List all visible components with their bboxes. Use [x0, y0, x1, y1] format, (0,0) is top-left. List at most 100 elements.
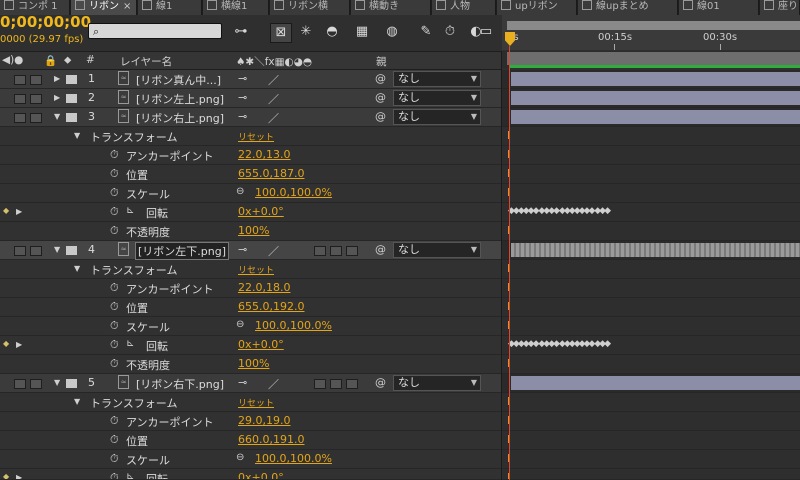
opacity-value[interactable]: 100% [238, 357, 269, 370]
tab-line-up[interactable]: 線upまとめ [578, 0, 678, 15]
video-switch[interactable] [14, 379, 26, 389]
collapse-switch-icon[interactable]: ⊸ [238, 91, 247, 104]
switch-box[interactable] [346, 379, 358, 389]
keyframe-navigator-icon[interactable]: ◆ [3, 206, 9, 215]
transform-group-row[interactable]: ▼ トランスフォーム リセット [0, 127, 502, 146]
parent-select[interactable]: なし ▼ [393, 71, 481, 87]
layer1-duration-bar[interactable] [507, 52, 800, 65]
motion-blur-icon[interactable]: ◍ [382, 23, 402, 41]
switch-box[interactable] [346, 246, 358, 256]
reset-link[interactable]: リセット [238, 130, 274, 143]
stopwatch-icon[interactable]: ⏱ [110, 186, 119, 200]
expand-arrow-icon[interactable]: ▶ [54, 74, 60, 83]
collapse-arrow-icon[interactable]: ▼ [54, 112, 60, 121]
constrain-proportions-icon[interactable]: ⊖ [236, 319, 244, 330]
collapse-switch-icon[interactable]: ⊸ [238, 243, 247, 256]
keyframes[interactable]: ◆◆◆◆◆◆ ◆◆◆◆ ◆◆◆◆◆◆◆ ◆◆◆ [508, 339, 611, 349]
property-row[interactable]: ⏱ 不透明度 100% [0, 222, 502, 241]
label-color[interactable] [66, 94, 77, 103]
stopwatch-active-icon[interactable]: ⏱ [110, 338, 119, 352]
pickwhip-icon[interactable]: @ [375, 376, 386, 389]
graph-icon[interactable]: ⊾ [126, 338, 134, 349]
collapse-arrow-icon[interactable]: ▼ [74, 264, 80, 273]
tab-hline1[interactable]: 横線1 [203, 0, 269, 15]
pickwhip-icon[interactable]: @ [375, 72, 386, 85]
stopwatch-icon[interactable]: ⏱ [110, 281, 119, 295]
scale-value[interactable]: 100.0,100.0% [255, 186, 332, 199]
property-row[interactable]: ⏱ 不透明度 100% [0, 355, 502, 374]
rotation-value[interactable]: 0x+0.0° [238, 205, 284, 218]
property-row[interactable]: ◆ ▶ ⏱ ⊾ 回転 0x+0.0° [0, 203, 502, 222]
stopwatch-icon[interactable]: ⏱ [110, 224, 119, 238]
keyframes[interactable]: ◆◆◆◆◆◆ ◆◆◆◆ ◆◆◆◆◆◆◆ ◆◆◆ [508, 206, 611, 216]
collapse-switch-icon[interactable]: ⊸ [238, 72, 247, 85]
graph-icon[interactable]: ⊾ [126, 205, 134, 216]
brainstorm-icon[interactable]: ⏱ [440, 23, 460, 41]
anchor-value[interactable]: 29.0,19.0 [238, 414, 290, 427]
stopwatch-icon[interactable]: ⏱ [110, 414, 119, 428]
comp-mini-flowchart-icon[interactable]: ⊶ [231, 23, 251, 41]
stopwatch-icon[interactable]: ⏱ [110, 452, 119, 466]
property-row[interactable]: ◆ ▶ ⏱ ⊾ 回転 0x+0.0° [0, 469, 502, 480]
rotation-value[interactable]: 0x+0.0° [238, 471, 284, 479]
property-row[interactable]: ⏱ 位置 655.0,187.0 [0, 165, 502, 184]
render-queue-icon[interactable]: ▭ [474, 23, 498, 41]
property-row[interactable]: ⏱ 位置 660.0,191.0 [0, 431, 502, 450]
property-row[interactable]: ⏱ スケール ⊖ 100.0,100.0% [0, 317, 502, 336]
parent-select[interactable]: なし ▼ [393, 109, 481, 125]
property-row[interactable]: ◆ ▶ ⏱ ⊾ 回転 0x+0.0° [0, 336, 502, 355]
layer-bar[interactable] [511, 376, 800, 390]
layer-row-3[interactable]: ▼ 3 ≈ [リボン右上.png] ⊸ ／ @ なし ▼ [0, 108, 502, 127]
video-switch[interactable] [14, 246, 26, 256]
shy-layers-icon[interactable]: ◓ [322, 23, 342, 41]
next-keyframe-icon[interactable]: ▶ [16, 340, 22, 349]
layer-bar-selected[interactable] [511, 243, 800, 257]
collapse-arrow-icon[interactable]: ▼ [54, 245, 60, 254]
transform-group-row[interactable]: ▼ トランスフォーム リセット [0, 393, 502, 412]
layer-bar[interactable] [511, 91, 800, 105]
work-area-bar[interactable] [507, 21, 800, 30]
transform-group-row[interactable]: ▼ トランスフォーム リセット [0, 260, 502, 279]
panel-divider[interactable] [501, 51, 502, 480]
graph-icon[interactable]: ⊾ [126, 471, 134, 479]
audio-switch[interactable] [30, 75, 42, 85]
next-keyframe-icon[interactable]: ▶ [16, 473, 22, 479]
stopwatch-active-icon[interactable]: ⏱ [110, 471, 119, 479]
col-layer-name[interactable]: レイヤー名 [120, 54, 172, 69]
layer-name[interactable]: [リボン左上.png] [136, 91, 224, 107]
property-row[interactable]: ⏱ アンカーポイント 22.0,18.0 [0, 279, 502, 298]
layer-name[interactable]: [リボン右上.png] [136, 110, 224, 126]
constrain-proportions-icon[interactable]: ⊖ [236, 452, 244, 463]
stopwatch-icon[interactable]: ⏱ [110, 319, 119, 333]
collapse-switch-icon[interactable]: ⊸ [238, 110, 247, 123]
quality-switch-icon[interactable]: ／ [268, 376, 279, 392]
collapse-switch-icon[interactable]: ⊸ [238, 376, 247, 389]
layer-bar-track-2[interactable] [502, 89, 800, 108]
tab-up-ribbon[interactable]: upリボン [497, 0, 577, 15]
layer-bar[interactable] [511, 110, 800, 124]
expand-arrow-icon[interactable]: ▶ [54, 93, 60, 102]
scale-value[interactable]: 100.0,100.0% [255, 319, 332, 332]
layer-bar-track-1[interactable] [502, 70, 800, 89]
quality-switch-icon[interactable]: ／ [268, 243, 279, 259]
stopwatch-icon[interactable]: ⏱ [110, 300, 119, 314]
parent-select[interactable]: なし ▼ [393, 375, 481, 391]
pickwhip-icon[interactable]: @ [375, 243, 386, 256]
pickwhip-icon[interactable]: @ [375, 110, 386, 123]
stopwatch-icon[interactable]: ⏱ [110, 433, 119, 447]
position-value[interactable]: 660.0,191.0 [238, 433, 304, 446]
quality-switch-icon[interactable]: ／ [268, 110, 279, 126]
anchor-value[interactable]: 22.0,13.0 [238, 148, 290, 161]
position-value[interactable]: 655.0,192.0 [238, 300, 304, 313]
property-row[interactable]: ⏱ アンカーポイント 22.0,13.0 [0, 146, 502, 165]
pickwhip-icon[interactable]: @ [375, 91, 386, 104]
property-row[interactable]: ⏱ アンカーポイント 29.0,19.0 [0, 412, 502, 431]
stopwatch-icon[interactable]: ⏱ [110, 167, 119, 181]
switch-box[interactable] [314, 246, 326, 256]
label-color[interactable] [66, 379, 77, 388]
collapse-arrow-icon[interactable]: ▼ [74, 131, 80, 140]
stopwatch-active-icon[interactable]: ⏱ [110, 205, 119, 219]
layer-name[interactable]: [リボン右下.png] [136, 376, 224, 392]
video-switch[interactable] [14, 94, 26, 104]
layer-name[interactable]: [リボン真ん中...] [136, 72, 221, 88]
